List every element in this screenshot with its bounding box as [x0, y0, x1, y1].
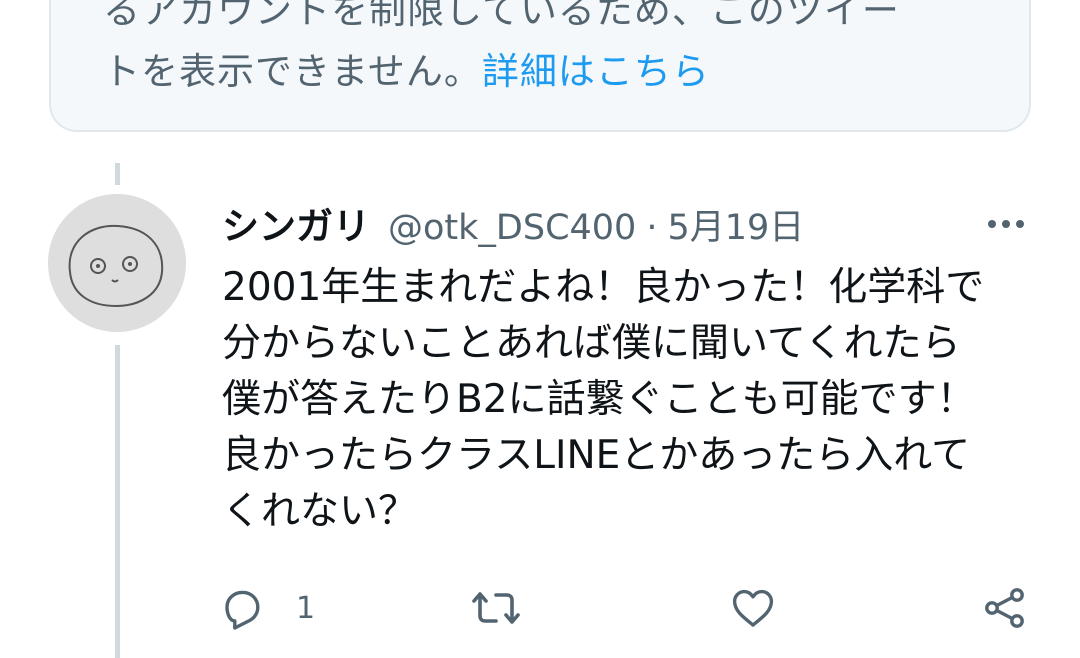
tweet-text-line: くれない？: [222, 489, 418, 534]
notice-line-2: トを表示できません。: [103, 50, 482, 93]
retweet-icon: [472, 592, 520, 624]
tweet-text-line: 良かったらクラスLINEとかあったら入れて: [222, 433, 971, 478]
tweet-text-line: 僕が答えたりB2に話繋ぐことも可能です！: [222, 377, 976, 422]
tweet-actions: 1: [0, 580, 1080, 636]
more-options-button[interactable]: [978, 200, 1034, 248]
withheld-tweet-notice: るアカウントを制限しているため、このツイー トを表示できません。詳細はこちら: [49, 0, 1031, 132]
reply-icon: [225, 590, 260, 630]
display-name[interactable]: シンガリ: [222, 196, 370, 250]
doodle-face-icon: [48, 194, 186, 332]
notice-line-1: るアカウントを制限しているため、このツイー: [103, 0, 900, 32]
share-button[interactable]: [980, 580, 1030, 636]
tweet-text-line: 2001年生まれだよね！良かった！化学科で: [222, 265, 985, 310]
tweet-date[interactable]: 5月19日: [667, 199, 804, 250]
more-icon-dot: [988, 220, 996, 228]
notice-text: るアカウントを制限しているため、このツイー トを表示できません。詳細はこちら: [103, 0, 1003, 102]
learn-more-link[interactable]: 詳細はこちら: [482, 50, 710, 93]
avatar[interactable]: [48, 194, 186, 332]
thread-line-top: [115, 163, 120, 185]
reply-count: 1: [296, 590, 316, 626]
like-button[interactable]: [728, 580, 778, 636]
tweet-header: シンガリ @otk_DSC400 · 5月19日: [222, 196, 1002, 252]
tweet-text-line: 分からないことあれば僕に聞いてくれたら: [222, 321, 961, 366]
header-separator: ·: [646, 208, 658, 248]
heart-icon: [732, 589, 774, 627]
more-icon-dot: [1016, 220, 1024, 228]
retweet-button[interactable]: [470, 580, 522, 636]
tweet-text: 2001年生まれだよね！良かった！化学科で 分からないことあれば僕に聞いてくれた…: [222, 260, 1022, 540]
more-icon-dot: [1002, 220, 1010, 228]
reply-button[interactable]: 1: [218, 580, 315, 636]
tweet-page: るアカウントを制限しているため、このツイー トを表示できません。詳細はこちら シ…: [0, 0, 1080, 658]
user-handle[interactable]: @otk_DSC400: [388, 208, 636, 248]
share-icon: [985, 588, 1024, 628]
